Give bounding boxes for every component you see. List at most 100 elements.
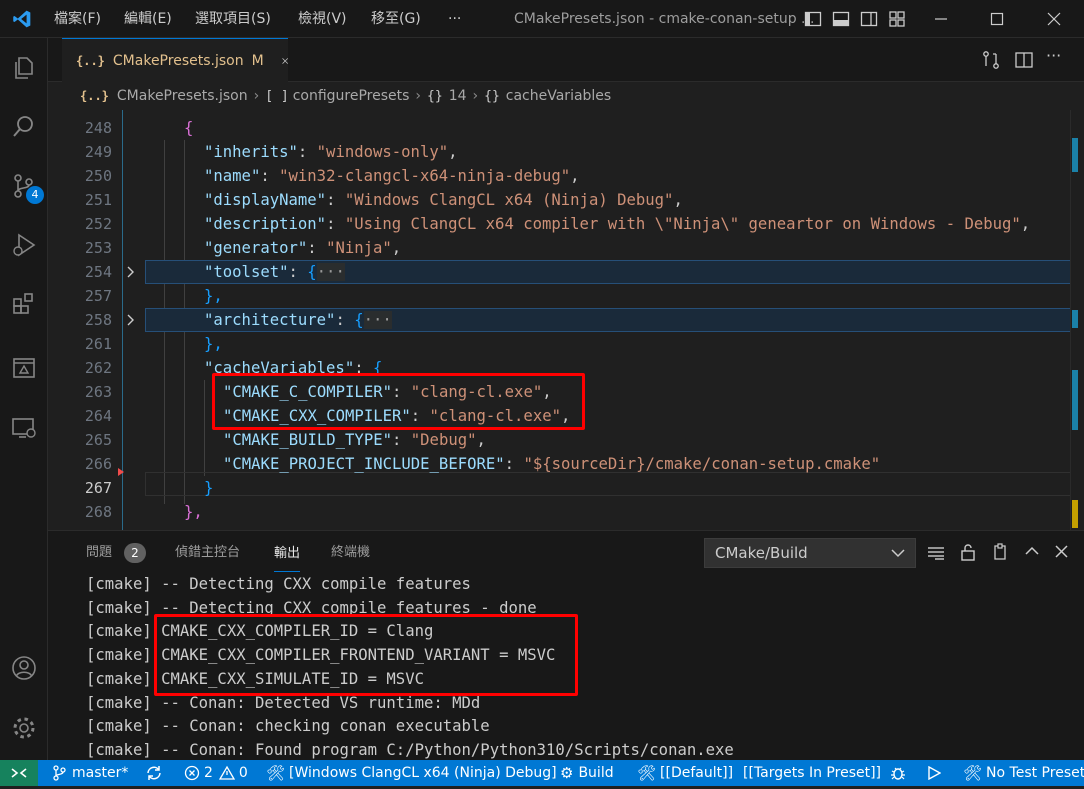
menu-go[interactable]: 移至(G) xyxy=(371,0,421,38)
object-icon: {} xyxy=(484,88,500,104)
menu-more[interactable]: ··· xyxy=(448,0,461,38)
cmake-default-target[interactable]: 🛠 [[Default]] xyxy=(637,760,733,786)
line-number: 263 xyxy=(84,383,112,401)
line-number: 264 xyxy=(84,407,112,425)
close-panel-icon[interactable] xyxy=(1055,545,1068,558)
git-branch-icon xyxy=(53,765,66,781)
line-number: 250 xyxy=(84,167,112,185)
test-preset-label: No Test Preset xyxy=(986,765,1084,781)
extensions-button[interactable] xyxy=(0,280,48,328)
tab-debug-console[interactable]: 偵錯主控台 xyxy=(175,531,240,575)
maximize-icon[interactable] xyxy=(990,12,1004,26)
remote-indicator[interactable] xyxy=(0,760,38,786)
fold-expand-icon[interactable] xyxy=(126,266,136,278)
sync-icon[interactable] xyxy=(145,765,163,781)
window-title: CMakePresets.json - cmake-conan-setup ..… xyxy=(514,11,815,27)
remote-connection-icon xyxy=(11,768,27,778)
code-line-254: "toolset": {··· xyxy=(204,263,345,281)
lock-scroll-icon[interactable] xyxy=(960,543,976,561)
highlight-box-compiler-id xyxy=(154,614,578,696)
toggle-secondary-sidebar-icon[interactable] xyxy=(860,10,878,28)
code-editor[interactable]: 248 249 250 251 252 253 254 257 258 261 … xyxy=(48,110,1084,530)
more-actions-icon[interactable]: ··· xyxy=(1046,46,1061,65)
breadcrumb-cachevariables[interactable]: cacheVariables xyxy=(506,88,611,104)
debug-bug-icon[interactable] xyxy=(889,765,907,781)
tab-output[interactable]: 輸出 xyxy=(274,536,301,572)
targets-in-preset[interactable]: [[Targets In Preset]] xyxy=(743,760,881,786)
branch-indicator[interactable]: master* xyxy=(52,760,128,786)
run-play-icon[interactable] xyxy=(927,766,941,780)
open-changes-icon[interactable] xyxy=(981,50,1001,70)
vscode-logo-icon xyxy=(13,10,31,28)
account-button[interactable] xyxy=(0,644,48,692)
scm-badge: 4 xyxy=(26,186,44,204)
search-button[interactable] xyxy=(0,103,48,151)
source-control-button[interactable]: 4 xyxy=(0,162,48,210)
menu-file[interactable]: 檔案(F) xyxy=(54,0,101,38)
run-debug-icon xyxy=(13,233,36,257)
line-number: 249 xyxy=(84,143,112,161)
remote-button[interactable] xyxy=(0,404,48,452)
manage-button[interactable] xyxy=(0,704,48,752)
array-icon: [ ] xyxy=(265,88,289,104)
gear-icon: ⚙ xyxy=(560,764,574,782)
tab-terminal[interactable]: 終端機 xyxy=(331,531,370,575)
menu-selection[interactable]: 選取項目(S) xyxy=(195,0,271,38)
close-tab-icon[interactable] xyxy=(281,55,288,67)
filter-lines-icon[interactable] xyxy=(927,545,945,561)
line-number: 261 xyxy=(84,335,112,353)
breadcrumb-index[interactable]: 14 xyxy=(449,88,467,104)
problems-indicator[interactable]: 2 0 xyxy=(184,760,248,786)
output-channel-value: CMake/Build xyxy=(715,544,808,562)
tab-label: CMakePresets.json xyxy=(112,52,244,69)
explorer-button[interactable] xyxy=(0,44,48,92)
status-bar: master* 2 0 🛠 [Windows ClangCL x64 (Ninj… xyxy=(0,760,1084,786)
output-line: [cmake] -- Conan: checking conan executa… xyxy=(86,717,490,736)
build-label: Build xyxy=(578,765,614,781)
code-line-253: "generator": "Ninja", xyxy=(204,239,402,257)
title-bar: 檔案(F) 編輯(E) 選取項目(S) 檢視(V) 移至(G) ··· CMak… xyxy=(0,0,1084,38)
warning-icon xyxy=(218,765,235,780)
folded-ellipsis[interactable]: ··· xyxy=(363,311,392,329)
line-number: 268 xyxy=(84,503,112,521)
cmake-kit-selector[interactable]: 🛠 [Windows ClangCL x64 (Ninja) Debug] xyxy=(266,760,557,786)
change-marker xyxy=(1072,138,1078,172)
open-output-editor-icon[interactable] xyxy=(991,543,1009,561)
indent-guide xyxy=(122,110,123,530)
default-target-label: [[Default]] xyxy=(660,765,734,781)
problems-count-badge: 2 xyxy=(124,543,146,563)
toggle-panel-icon[interactable] xyxy=(832,10,850,28)
close-window-icon[interactable] xyxy=(1047,12,1061,26)
customize-layout-icon[interactable] xyxy=(888,10,906,28)
cmake-build-button[interactable]: ⚙ Build xyxy=(560,760,614,786)
maximize-panel-icon[interactable] xyxy=(1025,546,1039,556)
code-line-261: }, xyxy=(204,335,223,353)
line-number: 248 xyxy=(84,119,112,137)
json-file-icon: {..} xyxy=(80,89,109,103)
tools-icon: 🛠 xyxy=(266,764,286,782)
tab-problems[interactable]: 問題 xyxy=(86,531,112,575)
output-channel-select[interactable]: CMake/Build xyxy=(704,538,916,568)
explorer-icon xyxy=(15,57,33,79)
breadcrumb-file[interactable]: CMakePresets.json xyxy=(117,88,248,104)
search-icon xyxy=(13,116,33,137)
menu-edit[interactable]: 編輯(E) xyxy=(124,0,172,38)
change-marker-icon xyxy=(118,468,124,476)
branch-name: master* xyxy=(72,765,129,781)
minimize-icon[interactable] xyxy=(934,12,948,26)
menu-view[interactable]: 檢視(V) xyxy=(298,0,347,38)
breadcrumb-configurepresets[interactable]: configurePresets xyxy=(293,88,410,104)
run-debug-button[interactable] xyxy=(0,221,48,269)
output-log[interactable]: [cmake] -- Detecting CXX compile feature… xyxy=(48,573,1084,761)
line-number: 266 xyxy=(84,455,112,473)
folded-ellipsis[interactable]: ··· xyxy=(316,263,345,281)
toggle-primary-sidebar-icon[interactable] xyxy=(804,10,822,28)
remote-explorer-button[interactable] xyxy=(0,344,48,392)
split-editor-icon[interactable] xyxy=(1014,50,1034,70)
fold-expand-icon[interactable] xyxy=(126,314,136,326)
tab-cmakepresets[interactable]: {..} CMakePresets.json M xyxy=(62,38,288,82)
indent-guide xyxy=(204,380,205,476)
test-preset-selector[interactable]: 🛠 No Test Preset xyxy=(963,760,1084,786)
object-icon: {} xyxy=(427,88,443,104)
highlight-box-compiler-settings xyxy=(212,373,585,430)
